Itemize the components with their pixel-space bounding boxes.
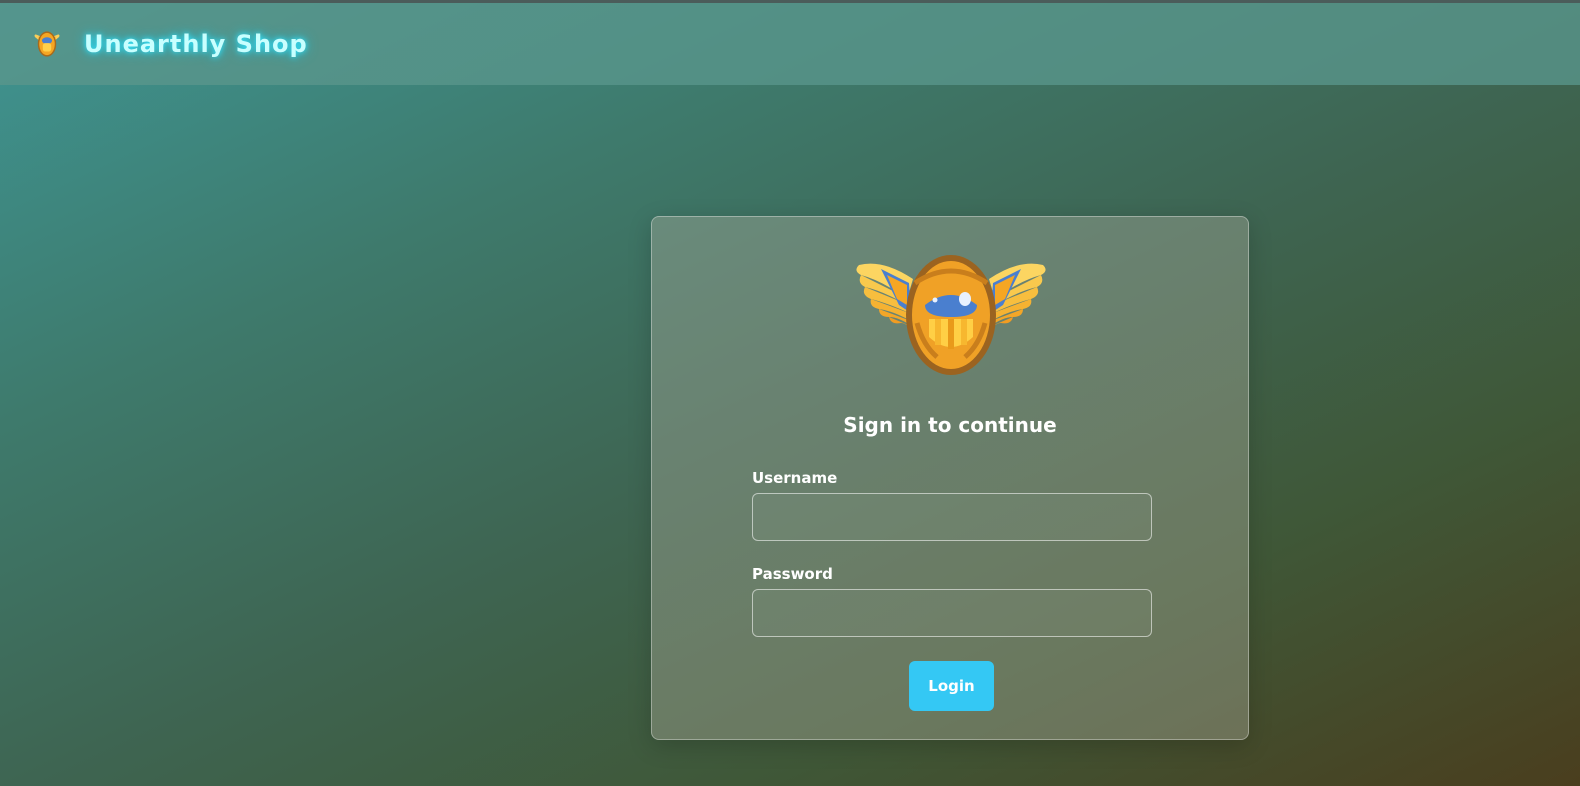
login-card: Sign in to continue Username Password Lo… (651, 216, 1249, 740)
password-label: Password (752, 565, 833, 583)
username-input[interactable] (752, 493, 1152, 541)
brand-name: Unearthly Shop (84, 30, 308, 58)
scarab-icon (34, 31, 60, 57)
scarab-icon (856, 255, 1046, 375)
password-input[interactable] (752, 589, 1152, 637)
brand-link[interactable]: Unearthly Shop (26, 23, 308, 65)
login-button[interactable]: Login (909, 661, 994, 711)
login-title: Sign in to continue (843, 413, 1057, 437)
scarab-body (906, 255, 996, 375)
username-label: Username (752, 469, 838, 487)
left-wing (856, 263, 915, 333)
navbar: Unearthly Shop (0, 3, 1580, 85)
right-wing (987, 263, 1046, 333)
